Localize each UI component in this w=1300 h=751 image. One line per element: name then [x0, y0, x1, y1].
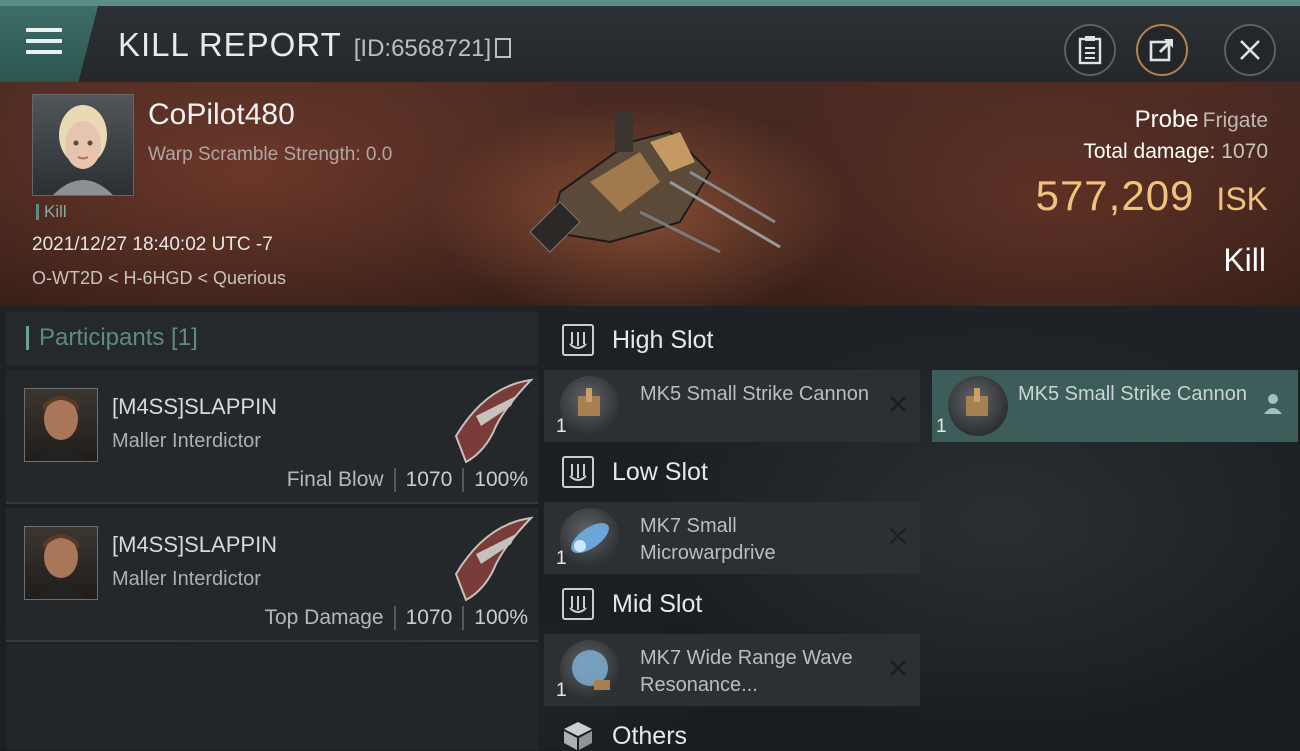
- participant-stats: Final Blow 1070 100%: [287, 468, 528, 492]
- warp-scramble-strength: Warp Scramble Strength: 0.0: [148, 144, 393, 165]
- participants-label: Participants [1]: [26, 326, 198, 350]
- ship-name-text: Probe: [1134, 106, 1199, 133]
- low-slot-label: Low Slot: [612, 458, 708, 486]
- total-damage-value: 1070: [1221, 140, 1268, 163]
- share-button[interactable]: [1136, 24, 1188, 76]
- shield-slot-icon: [562, 456, 594, 488]
- microwarpdrive-icon: [560, 508, 620, 568]
- title-group: KILL REPORT [ID:6568721]: [118, 26, 512, 64]
- mid-slot-label: Mid Slot: [612, 590, 703, 618]
- shield-slot-icon: [562, 324, 594, 356]
- clipboard-icon: [1078, 36, 1102, 65]
- participants-empty-area: [6, 644, 538, 750]
- module-item[interactable]: 1 MK7 Small Microwarpdrive: [544, 502, 920, 574]
- module-item[interactable]: 1 MK5 Small Strike Cannon: [544, 370, 920, 442]
- close-icon: [1240, 40, 1260, 60]
- module-quantity: 1: [556, 416, 567, 437]
- module-name: MK7 Small Microwarpdrive: [640, 515, 776, 564]
- cube-icon: [564, 722, 592, 750]
- participant-ship: Maller Interdictor: [112, 430, 261, 452]
- participant-ship-image: [454, 516, 534, 602]
- module-name: MK5 Small Strike Cannon: [1018, 383, 1247, 405]
- module-name: MK5 Small Strike Cannon: [640, 383, 869, 405]
- user-icon: [1264, 394, 1282, 414]
- isk-unit: ISK: [1216, 181, 1268, 217]
- kill-type-tag: Kill: [36, 203, 67, 220]
- participant-ship-image: [454, 378, 534, 464]
- kill-result: Kill: [1223, 242, 1266, 278]
- low-slot-header: Low Slot: [544, 444, 1300, 502]
- remove-x-icon: [890, 660, 906, 676]
- module-item-highlighted[interactable]: 1 MK5 Small Strike Cannon: [932, 370, 1298, 442]
- participant-percent: 100%: [474, 606, 528, 629]
- report-id: [ID:6568721]: [353, 35, 492, 62]
- victim-avatar[interactable]: [32, 94, 134, 196]
- header-bar: KILL REPORT [ID:6568721]: [0, 0, 1300, 82]
- strike-cannon-icon: [560, 376, 620, 436]
- total-damage-label: Total damage:: [1083, 140, 1216, 163]
- page-title: KILL REPORT: [118, 26, 342, 63]
- participant-damage: 1070: [405, 606, 453, 629]
- participant-ship: Maller Interdictor: [112, 568, 261, 590]
- kill-timestamp: 2021/12/27 18:40:02 UTC -7: [32, 234, 273, 255]
- remove-x-icon: [890, 396, 906, 412]
- victim-portrait-image: [53, 105, 113, 195]
- module-quantity: 1: [556, 548, 567, 569]
- participant-role: Final Blow: [286, 468, 384, 491]
- victim-name[interactable]: CoPilot480: [148, 98, 295, 132]
- module-item[interactable]: 1 MK7 Wide Range Wave Resonance...: [544, 634, 920, 706]
- high-slot-header: High Slot: [544, 312, 1300, 370]
- share-icon: [1149, 38, 1174, 62]
- participant-name[interactable]: [M4SS]SLAPPIN: [112, 532, 277, 558]
- remove-x-icon: [890, 528, 906, 544]
- divider: [393, 468, 396, 492]
- victim-panel: CoPilot480 Warp Scramble Strength: 0.0 K…: [0, 82, 1300, 306]
- menu-icon: [26, 28, 62, 61]
- divider: [393, 606, 396, 630]
- module-quantity: 1: [936, 416, 947, 437]
- wave-resonance-icon: [560, 640, 620, 700]
- mid-slot-header: Mid Slot: [544, 576, 1300, 634]
- menu-button[interactable]: [0, 6, 98, 82]
- victim-ship-name[interactable]: Probe Frigate: [1135, 106, 1268, 134]
- close-button[interactable]: [1224, 24, 1276, 76]
- participant-portrait-image: [35, 534, 87, 599]
- copy-icon[interactable]: [495, 38, 512, 58]
- victim-ship-image[interactable]: [520, 112, 790, 262]
- others-header: Others: [544, 708, 1300, 750]
- participant-stats: Top Damage 1070 100%: [264, 606, 528, 630]
- participant-percent: 100%: [474, 468, 528, 491]
- participant-avatar: [24, 526, 98, 600]
- module-name: MK7 Wide Range Wave Resonance...: [640, 647, 853, 696]
- ship-class-text: Frigate: [1202, 109, 1268, 132]
- participant-avatar: [24, 388, 98, 462]
- isk-value: 577,209 ISK: [1036, 172, 1268, 220]
- participant-portrait-image: [35, 396, 87, 461]
- others-label: Others: [612, 722, 688, 750]
- participant-role: Top Damage: [264, 606, 384, 629]
- kill-location[interactable]: O-WT2D < H-6HGD < Querious: [32, 268, 286, 289]
- module-quantity: 1: [556, 680, 567, 701]
- participant-damage: 1070: [405, 468, 453, 491]
- total-damage: Total damage: 1070: [1083, 140, 1268, 164]
- divider: [462, 468, 465, 492]
- clipboard-button[interactable]: [1064, 24, 1116, 76]
- participant-card[interactable]: [M4SS]SLAPPIN Maller Interdictor Final B…: [6, 370, 538, 504]
- divider: [462, 606, 465, 630]
- strike-cannon-icon: [948, 376, 1008, 436]
- shield-slot-icon: [562, 588, 594, 620]
- participant-name[interactable]: [M4SS]SLAPPIN: [112, 394, 277, 420]
- high-slot-label: High Slot: [612, 326, 714, 354]
- participant-card[interactable]: [M4SS]SLAPPIN Maller Interdictor Top Dam…: [6, 508, 538, 642]
- participants-header: Participants [1]: [6, 312, 538, 366]
- isk-amount: 577,209: [1035, 172, 1195, 219]
